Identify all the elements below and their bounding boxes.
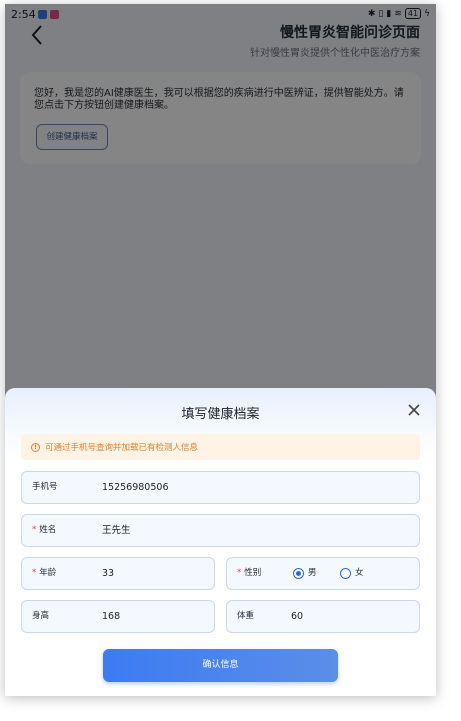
age-label: 年龄 (39, 568, 57, 578)
gender-option-female[interactable]: 女 (340, 558, 364, 589)
height-field[interactable]: 身高 168 (21, 600, 215, 633)
name-value[interactable]: 王先生 (102, 515, 131, 546)
required-mark: * (32, 525, 37, 535)
radio-selected-icon (293, 568, 304, 579)
info-icon: ! (31, 442, 40, 452)
weight-value[interactable]: 60 (291, 601, 303, 632)
required-mark: * (32, 568, 37, 578)
weight-field[interactable]: 体重 60 (226, 600, 420, 633)
weight-label: 体重 (237, 611, 255, 621)
notice-text: 可通过手机号查询并加载已有检测人信息 (45, 443, 199, 453)
radio-unselected-icon (340, 568, 351, 579)
gender-option-male[interactable]: 男 (293, 558, 317, 589)
phone-label: 手机号 (32, 482, 58, 492)
required-mark: * (237, 568, 242, 578)
name-label: 姓名 (39, 525, 57, 535)
close-icon[interactable] (406, 402, 422, 418)
gender-option-label: 女 (355, 568, 364, 578)
height-label: 身高 (32, 611, 50, 621)
height-value[interactable]: 168 (102, 601, 120, 632)
sheet-title: 填写健康档案 (181, 407, 260, 422)
phone-value[interactable]: 15256980506 (102, 472, 169, 503)
gender-label: 性别 (244, 568, 262, 578)
gender-option-label: 男 (308, 568, 317, 578)
age-field[interactable]: * 年龄 33 (21, 557, 215, 590)
name-field[interactable]: * 姓名 王先生 (21, 514, 420, 547)
gender-field: * 性别 男 女 (226, 557, 420, 590)
age-value[interactable]: 33 (102, 558, 114, 589)
phone-screen: 2:54 ✱ ▯ ▮ ≋ 41 ϟ 慢性胃炎智能问诊页面 针对慢性胃炎提供个性化… (5, 4, 436, 696)
health-record-sheet: 填写健康档案 ! 可通过手机号查询并加载已有检测人信息 手机号 15256980… (5, 388, 436, 696)
phone-field[interactable]: 手机号 15256980506 (21, 471, 420, 504)
confirm-button[interactable]: 确认信息 (103, 649, 338, 682)
notice-banner: ! 可通过手机号查询并加载已有检测人信息 (21, 434, 420, 460)
